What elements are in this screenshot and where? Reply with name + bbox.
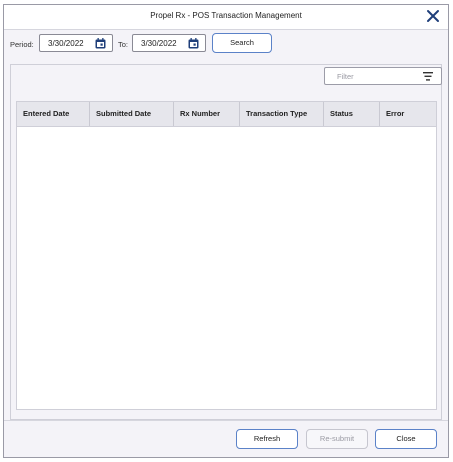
search-button[interactable]: Search: [212, 33, 272, 53]
transactions-table: Entered Date Submitted Date Rx Number Tr…: [16, 101, 437, 410]
column-entered-date[interactable]: Entered Date: [17, 102, 90, 126]
to-label: To:: [118, 40, 129, 49]
refresh-button[interactable]: Refresh: [236, 429, 298, 449]
window-title: Propel Rx - POS Transaction Management: [150, 11, 302, 20]
title-bar: Propel Rx - POS Transaction Management: [4, 5, 448, 30]
from-date-field[interactable]: 3/30/2022: [39, 34, 113, 52]
column-status[interactable]: Status: [324, 102, 380, 126]
close-icon[interactable]: [424, 7, 442, 25]
calendar-icon[interactable]: [188, 38, 199, 49]
resubmit-button[interactable]: Re-submit: [306, 429, 368, 449]
footer-divider: [4, 420, 448, 421]
period-label: Period:: [10, 40, 34, 49]
filter-placeholder: Filter: [337, 72, 354, 81]
close-button[interactable]: Close: [375, 429, 437, 449]
pos-transaction-window: Propel Rx - POS Transaction Management P…: [3, 4, 449, 458]
to-date-value: 3/30/2022: [141, 39, 177, 48]
column-transaction-type[interactable]: Transaction Type: [240, 102, 324, 126]
column-rx-number[interactable]: Rx Number: [174, 102, 240, 126]
calendar-icon[interactable]: [95, 38, 106, 49]
filter-input[interactable]: Filter: [324, 67, 442, 85]
from-date-value: 3/30/2022: [48, 39, 84, 48]
column-error[interactable]: Error: [380, 102, 436, 126]
to-date-field[interactable]: 3/30/2022: [132, 34, 206, 52]
table-header: Entered Date Submitted Date Rx Number Tr…: [17, 102, 436, 127]
column-submitted-date[interactable]: Submitted Date: [90, 102, 174, 126]
filter-icon[interactable]: [423, 72, 433, 81]
